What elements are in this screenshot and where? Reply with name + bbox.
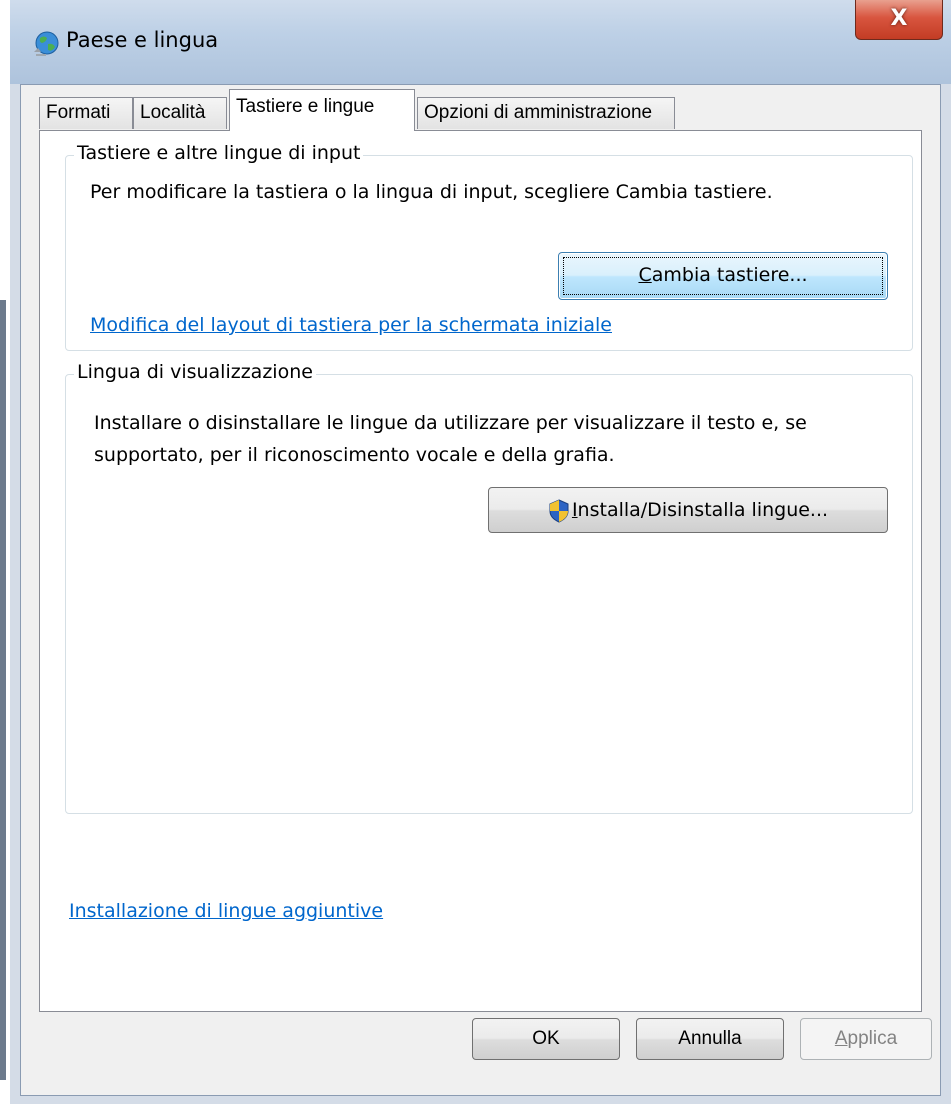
tab-label: Formati — [46, 102, 111, 123]
tab-tastiere-e-lingue[interactable]: Tastiere e lingue — [229, 89, 415, 131]
background-window-edge — [0, 300, 6, 1080]
apply-button[interactable]: Applica — [800, 1018, 932, 1060]
tab-label: Località — [140, 102, 206, 123]
close-button[interactable]: X — [855, 0, 943, 40]
additional-languages-link[interactable]: Installazione di lingue aggiuntive — [69, 900, 383, 922]
button-mnemonic: A — [834, 1028, 848, 1049]
button-label: nstalla/Disinstalla lingue... — [577, 499, 829, 521]
change-keyboards-button[interactable]: Cambia tastiere... — [558, 252, 888, 300]
dialog-window: Paese e lingua X Formati Località Tastie… — [10, 0, 951, 1104]
button-label: OK — [532, 1028, 560, 1049]
display-description-line2: supportato, per il riconoscimento vocale… — [94, 444, 615, 466]
tab-panel: Tastiere e altre lingue di input Per mod… — [39, 130, 922, 1012]
ok-button[interactable]: OK — [472, 1018, 620, 1060]
close-icon: X — [890, 6, 908, 31]
tab-formati[interactable]: Formati — [39, 97, 133, 129]
welcome-screen-layout-link[interactable]: Modifica del layout di tastiera per la s… — [90, 314, 612, 336]
globe-icon — [34, 31, 59, 56]
focus-rectangle — [563, 257, 883, 295]
display-description-line1: Installare o disinstallare le lingue da … — [94, 412, 807, 434]
dialog-body: Formati Località Tastiere e lingue Opzio… — [20, 84, 941, 1096]
install-uninstall-languages-button[interactable]: Installa/Disinstalla lingue... — [488, 487, 888, 533]
button-label: Annulla — [678, 1028, 742, 1049]
tab-opzioni-amministrazione[interactable]: Opzioni di amministrazione — [417, 97, 675, 129]
cancel-button[interactable]: Annulla — [636, 1018, 784, 1060]
window-title: Paese e lingua — [66, 28, 219, 52]
keyboards-group: Tastiere e altre lingue di input Per mod… — [65, 142, 913, 351]
keyboards-group-title: Tastiere e altre lingue di input — [74, 142, 364, 164]
title-bar[interactable]: Paese e lingua X — [10, 0, 951, 84]
uac-shield-icon — [549, 498, 569, 523]
display-language-group: Lingua di visualizzazione Installare o d… — [65, 361, 913, 814]
display-language-group-title: Lingua di visualizzazione — [74, 361, 316, 383]
tab-label: Opzioni di amministrazione — [424, 102, 653, 123]
tab-label: Tastiere e lingue — [236, 96, 375, 117]
keyboards-description: Per modificare la tastiera o la lingua d… — [90, 181, 773, 203]
tab-localita[interactable]: Località — [133, 97, 227, 129]
button-label: pplica — [847, 1028, 898, 1049]
